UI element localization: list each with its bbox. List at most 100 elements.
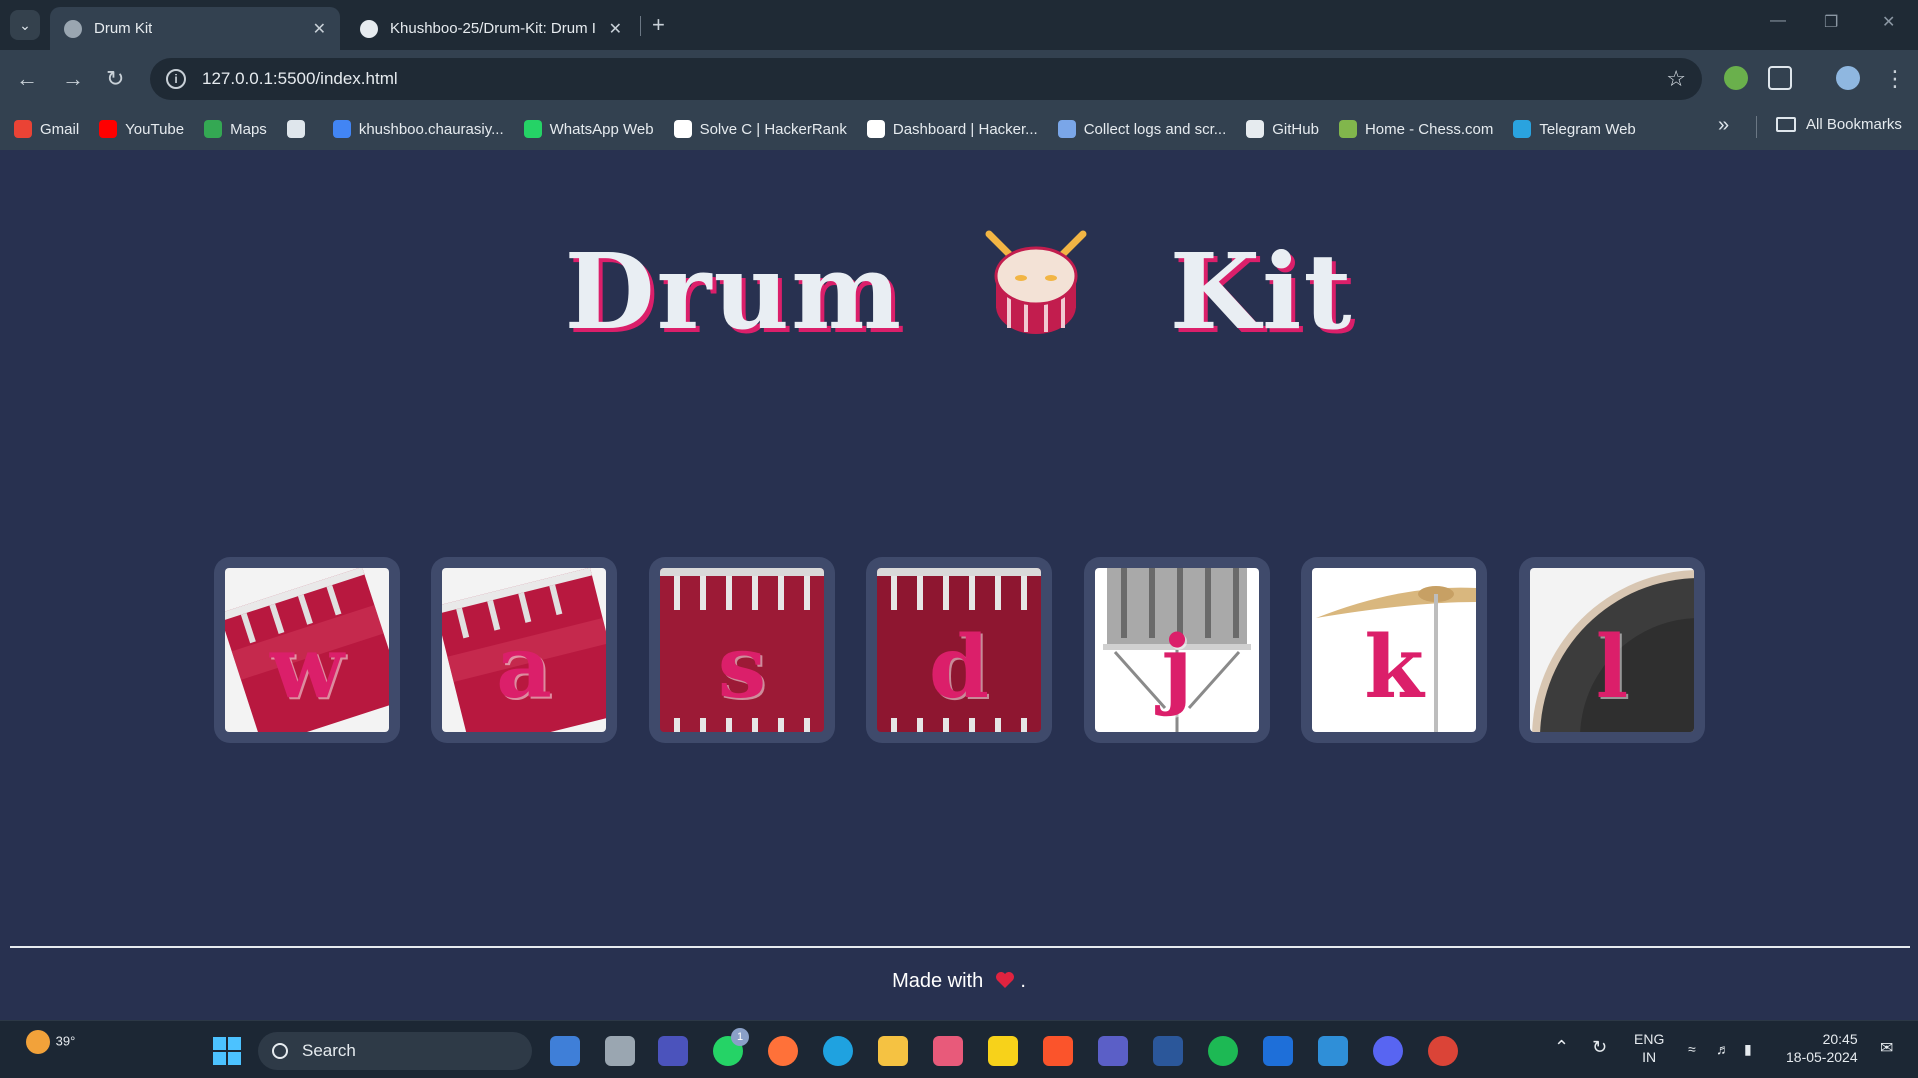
whatsapp-icon[interactable]: 1 [713,1028,749,1066]
notification-bell-icon[interactable]: ✉ [1880,1040,1893,1058]
volume-icon[interactable]: ♬ [1716,1040,1730,1058]
taskbar-search-label: Search [302,1041,356,1060]
brave-icon[interactable] [1043,1036,1073,1066]
key-letter: s [717,616,767,718]
close-icon[interactable]: ✕ [609,19,622,39]
word-icon[interactable] [1153,1036,1183,1066]
drum-key-face: k [1312,568,1476,732]
github-icon [360,19,378,38]
vscode-icon[interactable] [1318,1036,1348,1066]
tab-drum-kit[interactable]: Drum Kit ✕ [50,7,340,50]
bookmark-item[interactable]: khushboo.chaurasiy... [332,120,504,138]
file-explorer-icon[interactable] [878,1036,908,1066]
spotify-icon[interactable] [1208,1036,1238,1066]
menu-kebab-icon[interactable]: ⋮ [1884,66,1906,92]
restore-button[interactable]: ❐ [1824,12,1838,32]
footer-text: Made with [892,970,984,992]
more-bookmarks-icon[interactable]: » [1718,114,1729,137]
bookmark-item[interactable]: Home - Chess.com [1338,120,1494,138]
bookmark-item[interactable]: Telegram Web [1513,120,1636,138]
bookmark-item[interactable]: Solve C | HackerRank [673,120,847,138]
page-title: Drum Kit [0,228,1918,353]
stocks-app-icon[interactable] [1263,1036,1293,1066]
profile-avatar[interactable] [1836,66,1860,90]
bookmark-item[interactable]: Collect logs and scr... [1057,120,1226,138]
sync-icon[interactable]: ↻ [1592,1038,1607,1056]
close-window-button[interactable]: ✕ [1882,12,1895,32]
language-line1: ENG [1634,1031,1665,1047]
bookmark-favicon-icon [523,120,542,138]
bookmarks-bar: Gmail YouTube Maps khushboo.chaurasiy... Wha… [0,108,1918,150]
all-bookmarks-button[interactable]: All Bookmarks [1776,116,1902,133]
chevron-up-icon[interactable]: ⌃ [1554,1038,1569,1056]
bookmark-item[interactable]: YouTube [99,120,184,138]
title-word-right: Kit [1169,230,1354,353]
discord-icon[interactable] [1373,1036,1403,1066]
snipping-tool-icon[interactable] [933,1036,963,1066]
sticky-notes-icon[interactable] [988,1036,1018,1066]
forward-button[interactable]: → [62,66,84,92]
globe-icon [64,19,82,38]
bookmark-favicon-icon [1246,120,1265,138]
tab-separator [640,16,641,36]
bookmark-item[interactable]: GitHub [1246,120,1319,138]
drum-key-j[interactable]: j [1084,557,1270,743]
bookmark-label: khushboo.chaurasiy... [358,120,504,138]
copilot-icon[interactable] [550,1036,580,1066]
language-indicator[interactable]: ENG IN [1634,1030,1664,1066]
bookmark-star-icon[interactable]: ☆ [1666,66,1686,92]
bookmark-favicon-icon [332,120,351,138]
tab-search-button[interactable]: ⌄ [10,10,40,40]
bookmark-item[interactable] [286,120,313,138]
drum-key-d[interactable]: d [866,557,1052,743]
address-bar[interactable]: i 127.0.0.1:5500/index.html ☆ [150,58,1702,100]
bookmarks-divider [1756,116,1757,138]
drum-key-a[interactable]: a [431,557,617,743]
key-letter: l [1595,616,1629,718]
footer-suffix: . [1020,970,1026,992]
footer: Made with . [0,970,1918,993]
wifi-icon[interactable]: ≈ [1688,1040,1696,1058]
bookmark-favicon-icon [1338,120,1357,138]
drum-key-k[interactable]: k [1301,557,1487,743]
bookmark-item[interactable]: Dashboard | Hacker... [866,120,1038,138]
all-bookmarks-label: All Bookmarks [1806,116,1902,133]
bookmark-item[interactable]: Maps [204,120,267,138]
drum-key-l[interactable]: l [1519,557,1705,743]
clock[interactable]: 20:45 18-05-2024 [1786,1030,1858,1066]
new-tab-button[interactable]: + [652,12,665,38]
tab-github[interactable]: Khushboo-25/Drum-Kit: Drum I ✕ [346,7,636,50]
drum-key-s[interactable]: s [649,557,835,743]
extensions-puzzle-icon[interactable] [1768,66,1792,90]
bookmark-item[interactable]: WhatsApp Web [523,120,654,138]
edge-icon[interactable] [823,1036,853,1066]
battery-icon[interactable]: ▮ [1744,1040,1752,1058]
tab-title: Khushboo-25/Drum-Kit: Drum I [390,20,596,37]
weather-widget[interactable]: 39° [26,1030,75,1054]
taskbar-search[interactable]: Search [258,1032,532,1070]
minimize-button[interactable]: — [1770,12,1786,30]
site-info-icon[interactable]: i [166,69,186,89]
firefox-icon[interactable] [768,1036,798,1066]
teams-work-icon[interactable] [1098,1036,1128,1066]
bookmark-label: Home - Chess.com [1364,120,1494,138]
drum-key-w[interactable]: w [214,557,400,743]
extension-icon[interactable] [1724,66,1748,90]
title-word-left: Drum [564,230,904,353]
task-view-icon[interactable] [605,1036,635,1066]
reload-button[interactable]: ↻ [106,66,124,92]
language-line2: IN [1642,1049,1657,1065]
key-letter: k [1364,616,1424,718]
key-letter: w [269,616,345,718]
windows-start-icon[interactable] [212,1036,242,1066]
back-button[interactable]: ← [16,66,38,92]
chrome-icon[interactable] [1428,1036,1458,1066]
bookmark-favicon-icon [1513,120,1532,138]
heart-icon [995,972,1014,988]
teams-icon[interactable] [658,1036,688,1066]
bookmark-label: GitHub [1272,120,1319,138]
key-letter: j [1161,616,1193,718]
bookmark-item[interactable]: Gmail [14,120,79,138]
close-icon[interactable]: ✕ [313,19,326,39]
drum-key-face: d [877,568,1041,732]
